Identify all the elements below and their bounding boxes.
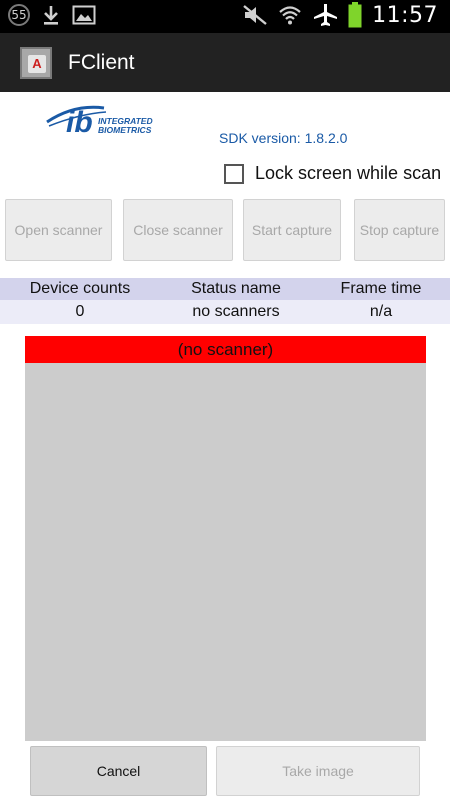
- take-image-button[interactable]: Take image: [216, 746, 420, 796]
- lock-screen-label: Lock screen while scan: [255, 163, 442, 183]
- app-icon[interactable]: A: [20, 46, 52, 79]
- header-frame-time: Frame time: [340, 280, 422, 297]
- scanner-status-banner: (no scanner): [25, 336, 426, 363]
- integrated-biometrics-logo: ib INTEGRATED BIOMETRICS: [46, 105, 153, 138]
- start-capture-button[interactable]: Start capture: [243, 199, 341, 261]
- cancel-button[interactable]: Cancel: [30, 746, 207, 796]
- status-name-value: no scanners: [192, 303, 280, 320]
- header-status-name: Status name: [191, 280, 281, 297]
- lock-screen-checkbox[interactable]: [224, 163, 244, 184]
- clock: 11:57: [372, 2, 438, 28]
- open-scanner-button[interactable]: Open scanner: [5, 199, 112, 261]
- sdk-version: SDK version: 1.8.2.0: [219, 130, 348, 146]
- status-table-row: 0 no scanners n/a: [0, 300, 450, 324]
- status-bar-system: 11:57: [242, 2, 438, 28]
- header-device-counts: Device counts: [29, 280, 131, 297]
- airplane-icon: [314, 4, 338, 26]
- fingerprint-image-area: [25, 363, 426, 741]
- frame-time-value: n/a: [369, 303, 393, 320]
- mute-icon: [243, 5, 267, 25]
- app-title: FClient: [68, 50, 135, 74]
- app-icon-glyph: A: [28, 54, 46, 73]
- status-bar-notifications: 55: [8, 4, 96, 26]
- logo-text-line2: BIOMETRICS: [98, 125, 152, 135]
- notification-badge-icon: 55: [8, 4, 30, 26]
- logo-mark: ib: [66, 106, 93, 138]
- image-icon: [72, 5, 96, 25]
- wifi-icon: [279, 6, 301, 25]
- download-icon: [44, 6, 58, 25]
- status-bar: 55 11:57: [0, 0, 450, 33]
- device-counts-value: 0: [75, 303, 85, 320]
- action-bar: A FClient: [0, 33, 450, 92]
- close-scanner-button[interactable]: Close scanner: [123, 199, 233, 261]
- stop-capture-button[interactable]: Stop capture: [354, 199, 445, 261]
- battery-icon: [348, 2, 362, 28]
- lock-screen-row[interactable]: Lock screen while scan: [224, 163, 450, 184]
- status-table-header: Device counts Status name Frame time: [0, 278, 450, 300]
